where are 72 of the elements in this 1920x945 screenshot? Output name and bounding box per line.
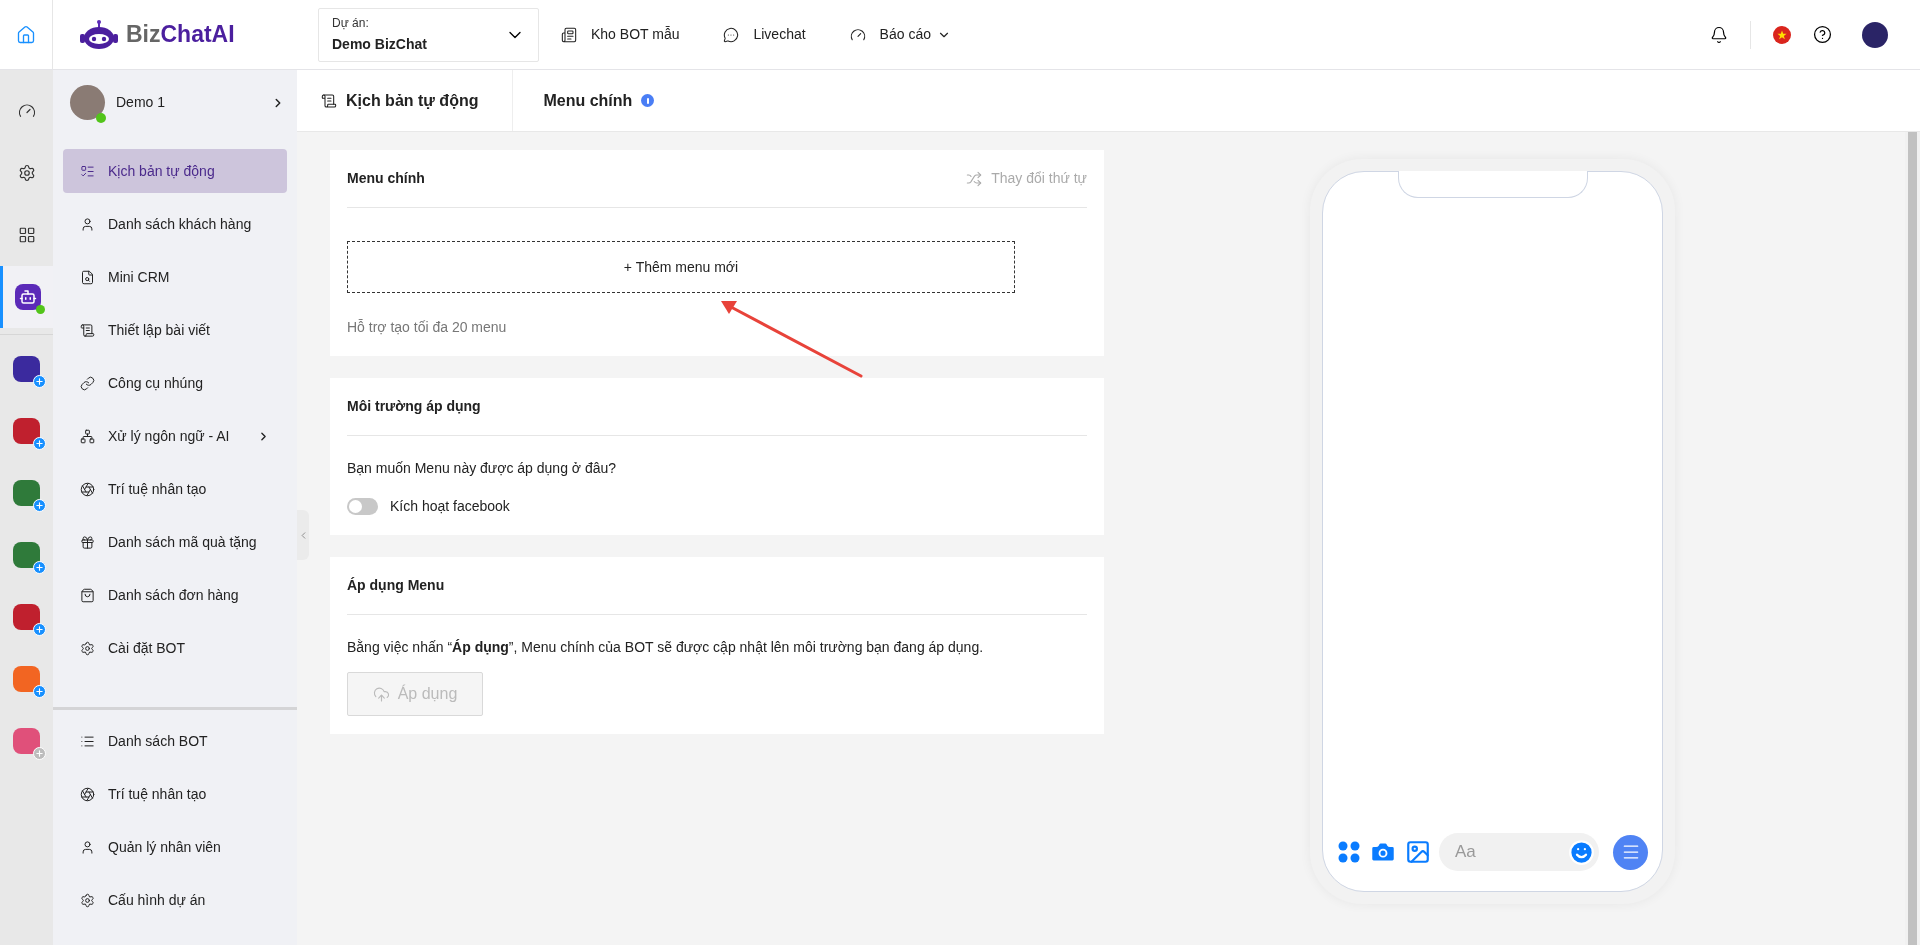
menu-button[interactable]: [1613, 834, 1648, 870]
flag-icon[interactable]: [1773, 25, 1791, 44]
card-title: Menu chính: [347, 169, 425, 188]
help-icon[interactable]: [1813, 25, 1832, 44]
card-title: Môi trường áp dụng: [347, 397, 481, 416]
home-icon[interactable]: [16, 24, 36, 45]
sidebar-item[interactable]: Cài đặt BOT: [63, 626, 287, 670]
logo-text: BizChatAI: [126, 20, 235, 50]
smiley-icon[interactable]: [1568, 838, 1595, 866]
aperture-icon: [80, 481, 95, 497]
user-icon: [80, 839, 95, 855]
gauge-icon: [17, 102, 36, 120]
cloud-upload-icon: [372, 685, 390, 703]
project-dropdown[interactable]: Dự án: Demo BizChat: [318, 7, 539, 62]
nav-link[interactable]: Kho BOT mẫu: [561, 24, 680, 45]
sidebar-item[interactable]: Kịch bản tự động: [63, 149, 287, 193]
nav-link[interactable]: Livechat: [723, 24, 806, 45]
aperture-icon: [80, 786, 95, 802]
account-name: Demo 1: [116, 93, 167, 112]
chat-bubble-icon: [723, 26, 740, 43]
document-search-icon: [80, 269, 95, 285]
gauge-icon: [849, 26, 866, 43]
template-icon: [561, 26, 577, 43]
sidebar-item[interactable]: Thiết lập bài viết: [63, 308, 287, 352]
breadcrumb-link[interactable]: Kịch bản tự động: [297, 70, 514, 131]
document-icon: [321, 92, 337, 109]
bell-icon[interactable]: [1710, 25, 1728, 44]
sidebar-item[interactable]: Mini CRM: [63, 255, 287, 299]
user-icon: [80, 216, 95, 232]
nodes-icon: [80, 428, 95, 444]
collapse-handle[interactable]: [297, 510, 309, 560]
nav-link[interactable]: Báo cáo: [849, 24, 951, 45]
app-icon[interactable]: [13, 356, 40, 382]
apply-description: Bằng việc nhấn “Áp dụng”, Menu chính của BOT sẽ được cập nhật lên môi trường bạn đang áp dụng.: [347, 638, 985, 657]
question-text: Bạn muốn Menu này được áp dụng ở đâu?: [347, 459, 618, 478]
sidebar-item[interactable]: Xử lý ngôn ngữ - AI: [63, 414, 287, 458]
shuffle-icon: [966, 170, 983, 187]
gear-icon: [80, 640, 95, 656]
sidebar-item[interactable]: Danh sách đơn hàng: [63, 573, 287, 617]
gear-icon: [80, 892, 95, 908]
sidebar-item[interactable]: Trí tuệ nhân tạo: [63, 467, 287, 511]
app-icon[interactable]: [13, 480, 40, 506]
sidebar-item[interactable]: Danh sách mã quà tặng: [63, 520, 287, 564]
sidebar-item[interactable]: Công cụ nhúng: [63, 361, 287, 405]
sidebar-item[interactable]: Trí tuệ nhân tạo: [63, 772, 287, 816]
robot-logo-icon: [80, 18, 118, 51]
grid-icon: [17, 226, 36, 244]
list-icon: [80, 733, 95, 749]
bag-icon: [80, 587, 95, 603]
sidebar-item[interactable]: Danh sách BOT: [63, 719, 287, 763]
app-icon[interactable]: [13, 604, 40, 630]
sidebar-item[interactable]: Quản lý nhân viên: [63, 825, 287, 869]
card-title: Áp dụng Menu: [347, 576, 445, 595]
apps-icon: [1337, 840, 1361, 864]
document-icon: [80, 322, 95, 338]
link-icon: [80, 375, 95, 391]
toggle-label: Kích hoạt facebook: [390, 497, 510, 516]
gear-icon: [17, 164, 36, 182]
company-avatar[interactable]: [1862, 21, 1888, 48]
info-icon[interactable]: [641, 94, 655, 107]
sidebar-item[interactable]: Cấu hình dự án: [63, 878, 287, 922]
app-icon[interactable]: [13, 418, 40, 444]
image-icon[interactable]: [1405, 839, 1431, 865]
gift-icon: [80, 534, 95, 550]
list-icon: [80, 163, 95, 179]
toggle-switch[interactable]: [347, 498, 378, 515]
hint-text: Hỗ trợ tạo tối đa 20 menu: [347, 318, 508, 337]
sidebar-item[interactable]: Danh sách khách hàng: [63, 202, 287, 246]
add-menu-button[interactable]: + Thêm menu mới: [347, 241, 1015, 293]
app-icon[interactable]: [13, 542, 40, 568]
page-title: Menu chính: [543, 90, 633, 111]
scrollbar[interactable]: [1905, 132, 1920, 945]
